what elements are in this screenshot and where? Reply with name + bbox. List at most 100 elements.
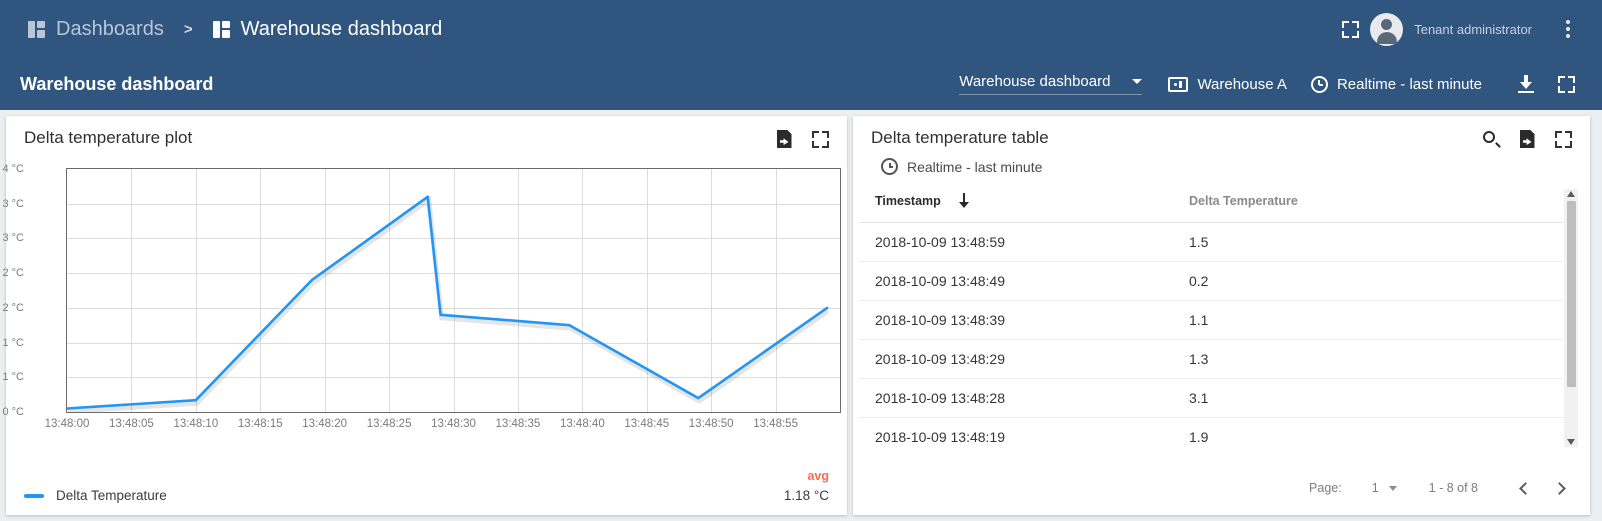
aggregation-header: avg: [807, 469, 829, 483]
table-scrollbar[interactable]: [1564, 189, 1578, 447]
legend-item-delta-temperature[interactable]: Delta Temperature: [24, 488, 167, 503]
scroll-down-icon[interactable]: [1567, 439, 1575, 445]
data-table: Timestamp Delta Temperature 2018-10-09 1…: [859, 187, 1578, 455]
avatar-body-icon: [1376, 31, 1397, 44]
table-head: Timestamp Delta Temperature: [859, 187, 1578, 223]
y-axis-tick-label: 2 °C: [2, 267, 24, 280]
page-size-select[interactable]: 1: [1372, 481, 1397, 495]
chevron-down-icon: [1388, 485, 1397, 491]
cell-timestamp: 2018-10-09 13:48:28: [859, 378, 1189, 418]
previous-page-button[interactable]: [1508, 471, 1542, 505]
table-search-button[interactable]: [1476, 124, 1506, 154]
dashboard-toolbar-actions: Warehouse dashboard Warehouse A Realtime…: [959, 64, 1586, 104]
chart-fullscreen-button[interactable]: [805, 124, 835, 154]
timewindow-selector[interactable]: Realtime - last minute: [1310, 75, 1482, 93]
chart-area: 4 °C 3 °C 3 °C 2 °C 2 °C 1 °C 1 °C 0 °C 13:48:0…: [2, 160, 841, 450]
dashboard-toolbar: Warehouse dashboard Warehouse dashboard …: [0, 58, 1602, 110]
breadcrumb-item-dashboards[interactable]: Dashboards: [28, 18, 164, 41]
dashboards-grid-icon: [28, 20, 45, 38]
column-header-timestamp[interactable]: Timestamp: [859, 187, 1189, 223]
next-page-button[interactable]: [1542, 471, 1576, 505]
cell-delta-temperature: 3.1: [1189, 378, 1578, 418]
breadcrumb-current-label: Warehouse dashboard: [240, 17, 443, 40]
breadcrumb-item-current[interactable]: Warehouse dashboard: [212, 17, 443, 41]
x-axis-tick-label: 13:48:50: [688, 418, 734, 430]
chart-legend: Delta Temperature avg 1.18 °C: [24, 469, 829, 503]
header-fullscreen-button[interactable]: [1330, 9, 1370, 49]
y-axis-tick-label: 2 °C: [2, 301, 24, 314]
table-widget-header: Delta temperature table: [853, 116, 1590, 160]
chart-widget-actions: [769, 124, 835, 154]
cell-delta-temperature: 1.1: [1189, 300, 1578, 340]
x-axis-tick-label: 13:48:25: [366, 418, 412, 430]
x-axis-tick-label: 13:48:20: [302, 418, 348, 430]
timewindow-label: Realtime - last minute: [1336, 75, 1482, 93]
chart-widget-header: Delta temperature plot: [6, 116, 847, 160]
x-axis-tick-label: 13:48:40: [559, 418, 605, 430]
device-icon: [1168, 76, 1189, 92]
table-row[interactable]: 2018-10-09 13:48:19 1.9: [859, 417, 1578, 455]
dashboard-select[interactable]: Warehouse dashboard: [959, 73, 1143, 95]
dashboard-grid-icon: [212, 20, 230, 38]
scrollbar-thumb[interactable]: [1566, 201, 1576, 387]
table-row[interactable]: 2018-10-09 13:48:59 1.5: [859, 222, 1578, 262]
y-axis-tick-label: 1 °C: [2, 371, 24, 384]
x-axis-tick-label: 13:48:15: [237, 418, 283, 430]
x-axis-tick-label: 13:48:30: [431, 418, 476, 430]
chevron-down-icon: [1132, 79, 1143, 84]
cell-timestamp: 2018-10-09 13:48:19: [859, 417, 1189, 455]
avatar[interactable]: [1370, 12, 1404, 46]
y-axis-tick-label: 3 °C: [2, 232, 24, 245]
cell-delta-temperature: 0.2: [1189, 261, 1578, 301]
y-axis-tick-label: 1 °C: [2, 336, 24, 349]
export-icon: [776, 130, 792, 148]
page-label: Page:: [1309, 481, 1342, 495]
cell-delta-temperature: 1.3: [1189, 339, 1578, 379]
legend-series-label: Delta Temperature: [56, 488, 167, 503]
scroll-up-icon[interactable]: [1567, 191, 1575, 197]
chart-plot-area: [66, 168, 841, 413]
cell-timestamp: 2018-10-09 13:48:39: [859, 300, 1189, 340]
table-timewindow[interactable]: Realtime - last minute: [853, 158, 1590, 175]
x-axis-tick-label: 13:48:05: [109, 418, 154, 430]
chevron-left-icon: [1518, 481, 1532, 495]
table-pagination: Page: 1 1 - 8 of 8: [1309, 471, 1576, 505]
x-axis-tick-label: 13:48:45: [624, 418, 670, 430]
widget-delta-temperature-table: Delta temperature table Realtime - last …: [853, 116, 1590, 515]
x-axis-tick-label: 13:48:00: [44, 418, 90, 430]
table-timewindow-label: Realtime - last minute: [907, 158, 1043, 175]
entity-alias-selector[interactable]: Warehouse A: [1168, 76, 1287, 93]
avatar-head-icon: [1381, 18, 1393, 30]
chart-line-series: [67, 195, 830, 412]
table-row[interactable]: 2018-10-09 13:48:49 0.2: [859, 261, 1578, 301]
dashboard-select-value: Warehouse dashboard: [959, 73, 1111, 90]
y-axis-tick-label: 0 °C: [2, 406, 24, 418]
chart-export-button[interactable]: [769, 124, 799, 154]
column-header-timestamp-label: Timestamp: [875, 194, 941, 208]
export-dashboard-button[interactable]: [1506, 64, 1546, 104]
cell-timestamp: 2018-10-09 13:48:29: [859, 339, 1189, 379]
fullscreen-icon: [1554, 130, 1572, 148]
kebab-menu-icon: [1566, 20, 1570, 38]
chart-widget-title: Delta temperature plot: [24, 128, 193, 147]
table-widget-title: Delta temperature table: [871, 128, 1049, 147]
aggregation-value: 1.18 °C: [783, 488, 829, 503]
y-axis-tick-label: 4 °C: [2, 163, 24, 175]
cell-delta-temperature: 1.9: [1189, 417, 1578, 455]
table-header-row: Timestamp Delta Temperature: [859, 187, 1578, 223]
legend-aggregation: avg 1.18 °C: [784, 469, 829, 503]
column-header-delta-temperature[interactable]: Delta Temperature: [1189, 187, 1578, 223]
table-row[interactable]: 2018-10-09 13:48:28 3.1: [859, 378, 1578, 418]
clock-icon: [1310, 75, 1328, 93]
x-axis-tick-label: 13:48:55: [753, 418, 798, 430]
table-row[interactable]: 2018-10-09 13:48:29 1.3: [859, 339, 1578, 379]
table-fullscreen-button[interactable]: [1548, 124, 1578, 154]
header-overflow-menu-button[interactable]: [1548, 9, 1588, 49]
table-export-button[interactable]: [1512, 124, 1542, 154]
dashboard-fullscreen-button[interactable]: [1546, 64, 1586, 104]
fullscreen-icon: [1557, 75, 1575, 93]
header-actions: Tenant administrator: [1330, 0, 1588, 58]
fullscreen-icon: [1341, 20, 1359, 38]
table-row[interactable]: 2018-10-09 13:48:39 1.1: [859, 300, 1578, 340]
x-axis-tick-label: 13:48:10: [173, 418, 219, 430]
